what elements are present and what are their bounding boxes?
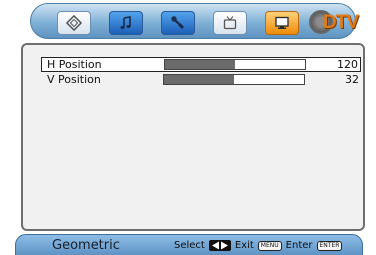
menu-key-icon: MENU bbox=[257, 240, 282, 251]
tab-dtv[interactable]: DTV bbox=[309, 10, 359, 36]
tab-pc[interactable] bbox=[265, 11, 299, 35]
tab-setup[interactable] bbox=[161, 11, 195, 35]
menu-item-h-position[interactable]: H Position 120 bbox=[41, 57, 361, 72]
menu-title: Geometric bbox=[52, 238, 120, 253]
footer-bar: Geometric Select Exit MENU Enter ENTER bbox=[15, 234, 363, 255]
tab-audio[interactable] bbox=[109, 11, 143, 35]
category-bar: DTV bbox=[30, 3, 359, 39]
select-hint-label: Select bbox=[174, 240, 205, 251]
up-down-arrows-icon bbox=[208, 240, 231, 251]
v-position-value: 32 bbox=[345, 73, 359, 86]
enter-hint-label: Enter bbox=[285, 240, 313, 251]
h-position-label: H Position bbox=[47, 58, 102, 71]
v-position-label: V Position bbox=[47, 73, 101, 86]
key-hints: Select Exit MENU Enter ENTER bbox=[174, 240, 343, 251]
tab-picture[interactable] bbox=[57, 11, 91, 35]
tab-tv[interactable] bbox=[213, 11, 247, 35]
dtv-label: DTV bbox=[323, 12, 359, 33]
h-position-slider-fill bbox=[165, 60, 235, 69]
h-position-slider[interactable] bbox=[164, 59, 306, 70]
v-position-slider-fill bbox=[164, 75, 234, 84]
h-position-value: 120 bbox=[337, 58, 358, 71]
music-note-icon bbox=[120, 16, 131, 29]
v-position-slider[interactable] bbox=[163, 74, 305, 85]
osd-screen: DTV H Position 120 V Position 32 Geometr… bbox=[0, 0, 376, 255]
enter-key-icon: ENTER bbox=[316, 240, 343, 251]
geometric-settings-panel: H Position 120 V Position 32 bbox=[21, 43, 365, 231]
tv-icon bbox=[223, 16, 237, 30]
wrench-icon bbox=[171, 16, 185, 30]
film-icon bbox=[66, 15, 82, 31]
menu-item-v-position[interactable]: V Position 32 bbox=[41, 73, 361, 87]
exit-hint-label: Exit bbox=[234, 240, 254, 251]
monitor-icon bbox=[275, 16, 289, 29]
